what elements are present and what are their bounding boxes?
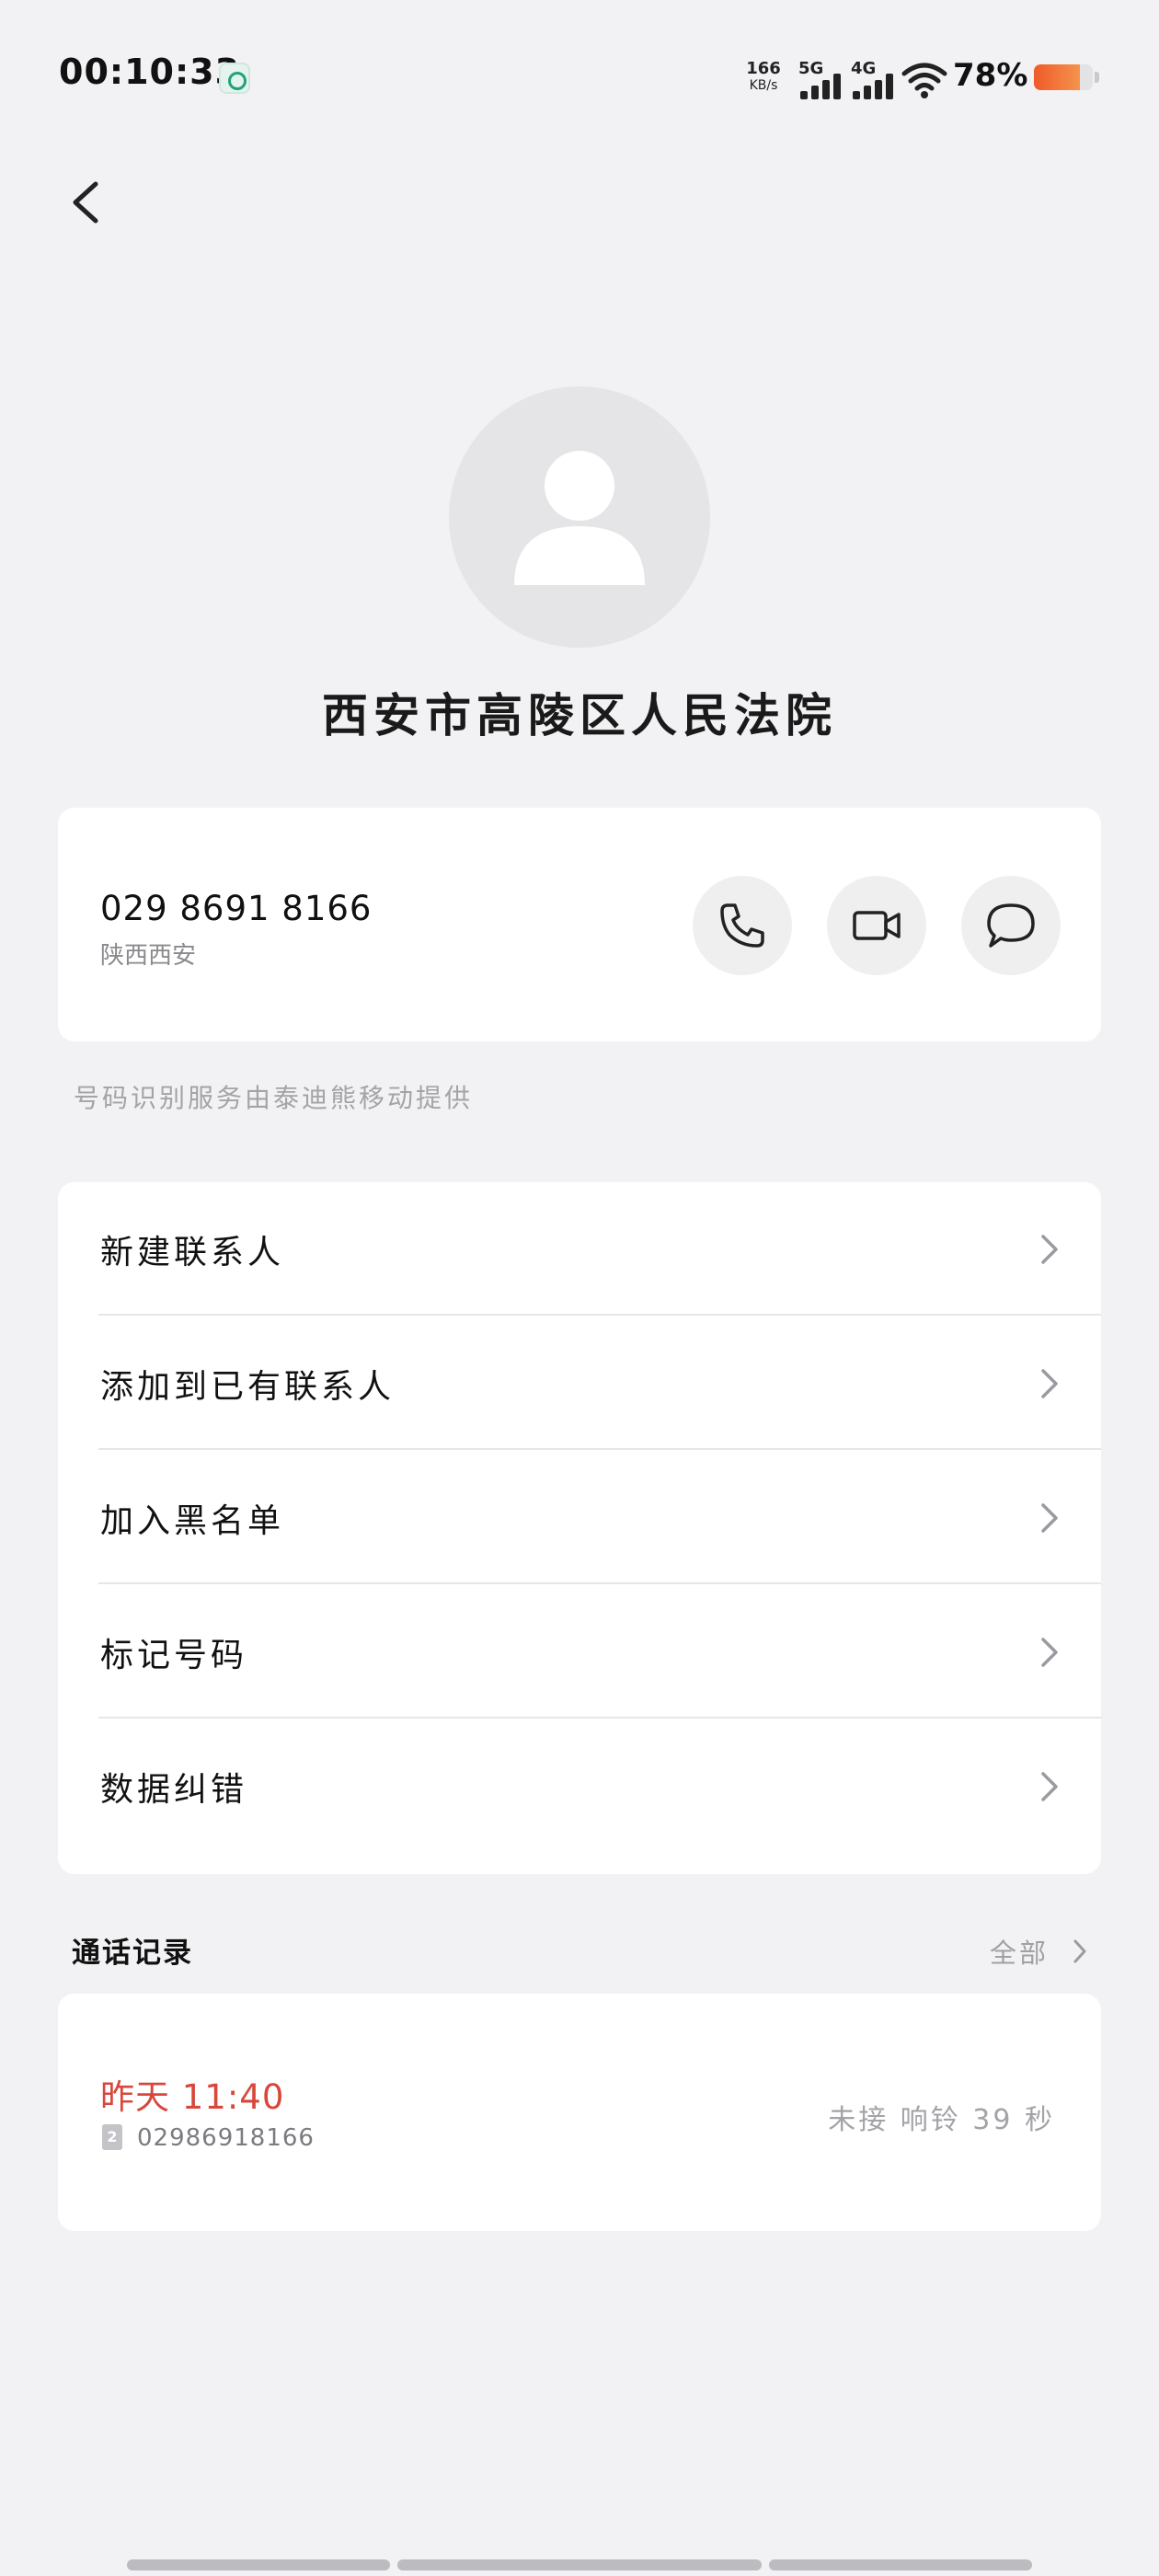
action-label: 标记号码: [100, 1636, 248, 1674]
nav-indicator-right: [769, 2559, 1032, 2570]
signal-5g-icon: 5G: [798, 59, 844, 99]
call-time: 昨天 11:40: [100, 2077, 285, 2117]
action-label: 新建联系人: [100, 1233, 285, 1271]
action-label: 数据纠错: [100, 1770, 248, 1809]
divider: [98, 1717, 1101, 1719]
network-speed: 166 KB/s: [743, 61, 784, 94]
battery-fill: [1034, 64, 1080, 90]
actions-card: 新建联系人 添加到已有联系人 加入黑名单 标记号码 数据纠错: [58, 1182, 1101, 1874]
contact-name: 西安市高陵区人民法院: [322, 689, 837, 742]
add-to-blacklist-item[interactable]: 加入黑名单: [58, 1451, 1101, 1584]
battery-tip: [1095, 72, 1099, 83]
video-camera-icon: [853, 911, 901, 940]
status-time: 00:10:33: [59, 52, 241, 92]
number-card: 029 8691 8166 陕西西安: [58, 808, 1101, 1041]
mark-number-item[interactable]: 标记号码: [58, 1585, 1101, 1719]
divider: [98, 1314, 1101, 1316]
call-button[interactable]: [693, 876, 792, 975]
chevron-right-icon[interactable]: [1071, 1936, 1089, 1967]
battery-icon: [1034, 64, 1093, 90]
divider: [98, 1448, 1101, 1450]
wifi-icon: [901, 63, 947, 98]
person-icon: [514, 451, 645, 585]
call-status: 未接 响铃 39 秒: [828, 2104, 1055, 2136]
chevron-right-icon: [1041, 1234, 1058, 1264]
new-contact-item[interactable]: 新建联系人: [58, 1182, 1101, 1316]
call-number: 02986918166: [137, 2124, 315, 2152]
network-speed-unit: KB/s: [749, 78, 778, 93]
chevron-right-icon: [1041, 1502, 1058, 1533]
call-log-entry[interactable]: 昨天 11:40 2 02986918166 未接 响铃 39 秒: [58, 1994, 1101, 2231]
network-speed-value: 166: [746, 59, 781, 78]
chevron-right-icon: [1041, 1637, 1058, 1667]
action-label: 添加到已有联系人: [100, 1367, 396, 1406]
back-button[interactable]: [55, 166, 120, 239]
message-button[interactable]: [961, 876, 1061, 975]
video-call-button[interactable]: [827, 876, 926, 975]
contact-detail-screen: 00:10:33 166 KB/s 5G 4G 78% 西安市高陵区人民法院 0…: [0, 0, 1159, 2576]
notification-app-icon: [219, 63, 250, 94]
chevron-right-icon: [1041, 1368, 1058, 1398]
battery-percent: 78%: [953, 57, 1028, 94]
chevron-right-icon: [1041, 1771, 1058, 1801]
divider: [98, 1582, 1101, 1584]
chat-bubble-icon: [987, 903, 1035, 948]
service-note: 号码识别服务由泰迪熊移动提供: [74, 1083, 474, 1113]
data-correction-item[interactable]: 数据纠错: [58, 1719, 1101, 1853]
call-log-title: 通话记录: [72, 1937, 193, 1970]
phone-location: 陕西西安: [100, 942, 197, 970]
phone-number[interactable]: 029 8691 8166: [100, 889, 372, 928]
status-bar: 00:10:33 166 KB/s 5G 4G 78%: [0, 0, 1159, 156]
phone-icon: [720, 903, 764, 948]
call-log-all-link[interactable]: 全部: [990, 1932, 1049, 1971]
nav-indicator-left: [127, 2559, 390, 2570]
nav-indicator-center[interactable]: [397, 2559, 762, 2570]
action-label: 加入黑名单: [100, 1501, 285, 1540]
signal-4g-icon: 4G: [851, 59, 897, 99]
chevron-left-icon: [73, 181, 98, 224]
add-to-existing-contact-item[interactable]: 添加到已有联系人: [58, 1317, 1101, 1450]
avatar: [449, 386, 710, 648]
sim-card-icon: 2: [102, 2124, 122, 2150]
